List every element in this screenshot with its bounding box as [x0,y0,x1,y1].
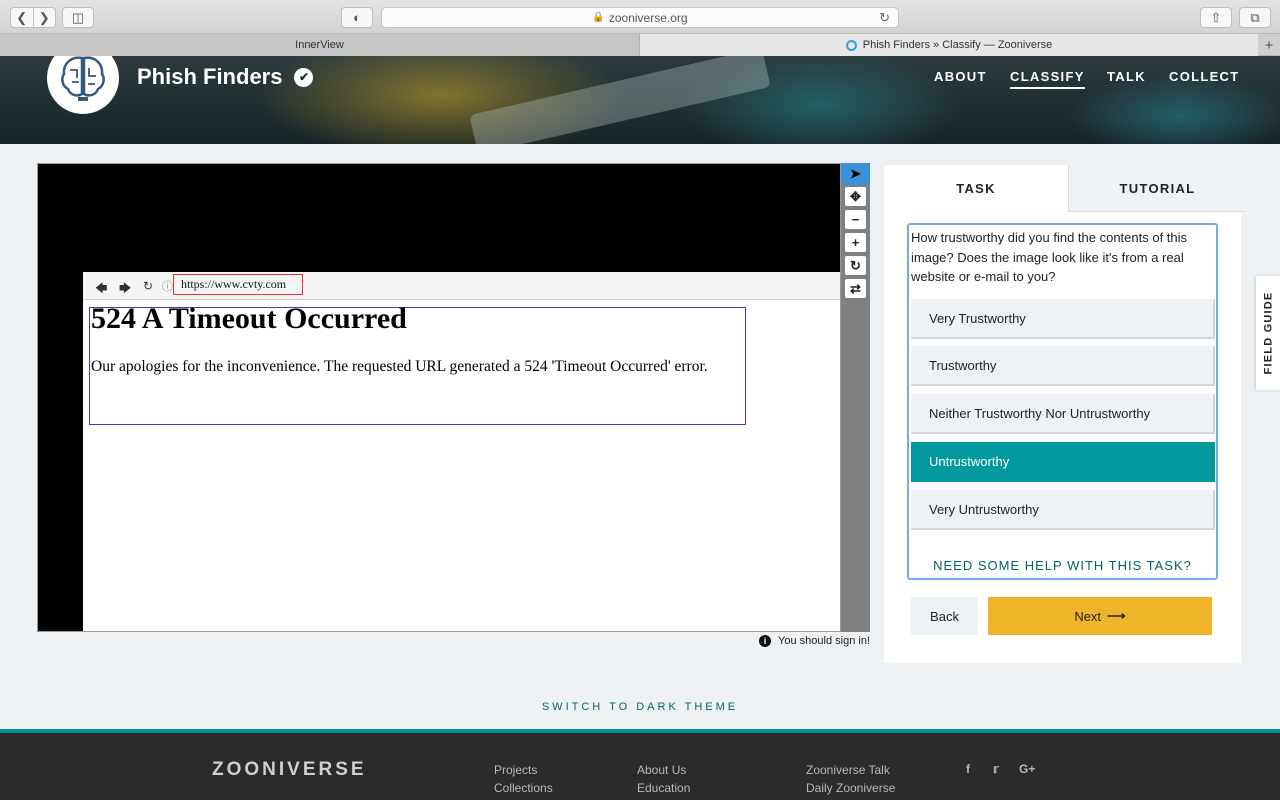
subject-forward-icon: 🡆 [119,281,132,295]
answer-neither[interactable]: Neither Trustworthy Nor Untrustworthy [911,394,1215,434]
dark-theme-label: SWITCH TO DARK THEME [541,701,739,713]
question-box: How trustworthy did you find the content… [907,223,1218,580]
tab-label: Phish Finders » Classify — Zooniverse [862,39,1053,51]
back-button[interactable]: Back [911,597,978,635]
subject-body-text: Our apologies for the inconvenience. The… [91,358,708,375]
address-bar[interactable]: 🔒 zooniverse.org ↻ [381,7,899,28]
sidebar-toggle-icon[interactable]: ◫ [62,7,94,28]
signin-text: You should sign in! [778,635,870,647]
rotate-icon[interactable]: ↻ [845,256,866,275]
zoom-in-icon[interactable]: + [845,233,866,252]
pointer-icon[interactable]: ➤ [841,163,870,185]
tab-overview-icon[interactable]: ⧉ [1239,7,1271,28]
lock-icon: 🔒 [592,12,605,23]
project-title[interactable]: Phish Finders ✔ [137,64,314,90]
address-text: zooniverse.org [608,10,688,25]
subject-screenshot: 🡄 🡆 ↻ ⓘ https://www.cvty.com 524 A Timeo… [83,272,840,631]
zooniverse-favicon-icon [845,39,857,51]
answer-very-untrustworthy[interactable]: Very Untrustworthy [911,490,1215,530]
project-header: Phish Finders ✔ ABOUT CLASSIFY TALK COLL… [0,56,1280,144]
zooniverse-logo[interactable]: ZOONIVERSE [212,759,367,781]
subject-browser-bar: 🡄 🡆 ↻ ⓘ https://www.cvty.com [83,272,840,300]
footer-link-about[interactable]: About Us [637,763,686,777]
browser-back-icon[interactable]: ❮ [11,8,34,27]
subject-info-icon: ⓘ [162,281,173,293]
task-panel: TASK TUTORIAL How trustworthy did you fi… [884,165,1246,663]
subject-reload-icon: ↻ [143,279,154,293]
field-guide-tab[interactable]: FIELD GUIDE [1256,276,1280,390]
answer-untrustworthy[interactable]: Untrustworthy [911,442,1215,482]
answer-trustworthy[interactable]: Trustworthy [911,346,1215,386]
info-icon: i [759,635,772,647]
browser-toolbar: ❮ ❯ ◫ ◐ 🔒 zooniverse.org ↻ ⇧ ⧉ [0,0,1280,34]
footer-link-talk[interactable]: Zooniverse Talk [806,763,890,777]
subject-heading: 524 A Timeout Occurred [91,302,407,335]
tab-bar: InnerView Phish Finders » Classify — Zoo… [0,34,1280,56]
next-button[interactable]: Next ⟶ [988,597,1212,635]
footer-link-projects[interactable]: Projects [494,763,537,777]
back-forward-buttons[interactable]: ❮ ❯ [10,7,56,28]
browser-forward-icon[interactable]: ❯ [34,8,56,27]
zoom-out-icon[interactable]: − [845,210,866,229]
tab-task[interactable]: TASK [884,165,1068,212]
reload-icon[interactable]: ↻ [879,10,890,26]
nav-talk[interactable]: TALK [1107,69,1146,84]
footer-link-collections[interactable]: Collections [494,781,553,795]
next-label: Next [1074,608,1102,624]
arrow-right-icon: ⟶ [1107,608,1126,623]
share-icon[interactable]: ⇧ [1200,7,1232,28]
tab-innerview[interactable]: InnerView [0,34,640,56]
footer-link-education[interactable]: Education [637,781,690,795]
subject-viewer[interactable]: 🡄 🡆 ↻ ⓘ https://www.cvty.com 524 A Timeo… [37,163,841,632]
signin-notice: i You should sign in! [759,635,870,647]
twitter-icon[interactable]: 𝕣 [993,762,999,776]
task-help-link[interactable]: NEED SOME HELP WITH THIS TASK? [909,558,1216,573]
google-plus-icon[interactable]: G+ [1019,762,1035,776]
answer-very-trustworthy[interactable]: Very Trustworthy [911,299,1215,339]
facebook-icon[interactable]: f [966,762,970,776]
hero-background [469,56,771,144]
tab-label: InnerView [295,39,344,51]
tab-tutorial[interactable]: TUTORIAL [1068,165,1246,212]
project-name: Phish Finders [137,64,283,89]
subject-back-icon: 🡄 [95,281,108,295]
nav-collect[interactable]: COLLECT [1169,69,1239,84]
switch-dark-theme-link[interactable]: SWITCH TO DARK THEME [0,701,1280,713]
verified-check-icon: ✔ [294,67,314,87]
move-icon[interactable]: ✥ [845,187,866,206]
back-label: Back [930,608,959,624]
nav-about[interactable]: ABOUT [934,69,987,84]
field-guide-label: FIELD GUIDE [1262,291,1274,375]
project-logo[interactable] [47,56,119,114]
footer-link-daily[interactable]: Daily Zooniverse [806,781,895,795]
site-footer: ZOONIVERSE Projects Collections About Us… [0,729,1280,800]
task-question: How trustworthy did you find the content… [911,230,1188,284]
reset-icon[interactable]: ⇄ [845,279,866,298]
tab-phish-finders[interactable]: Phish Finders » Classify — Zooniverse [640,34,1258,56]
privacy-shield-icon[interactable]: ◐ [341,7,373,28]
brain-circuit-icon [61,56,105,101]
nav-classify[interactable]: CLASSIFY [1010,69,1085,89]
subject-url-highlight: https://www.cvty.com [173,274,303,295]
new-tab-icon[interactable]: + [1258,34,1280,56]
viewer-toolbar: ➤ ✥ − + ↻ ⇄ [841,163,870,632]
